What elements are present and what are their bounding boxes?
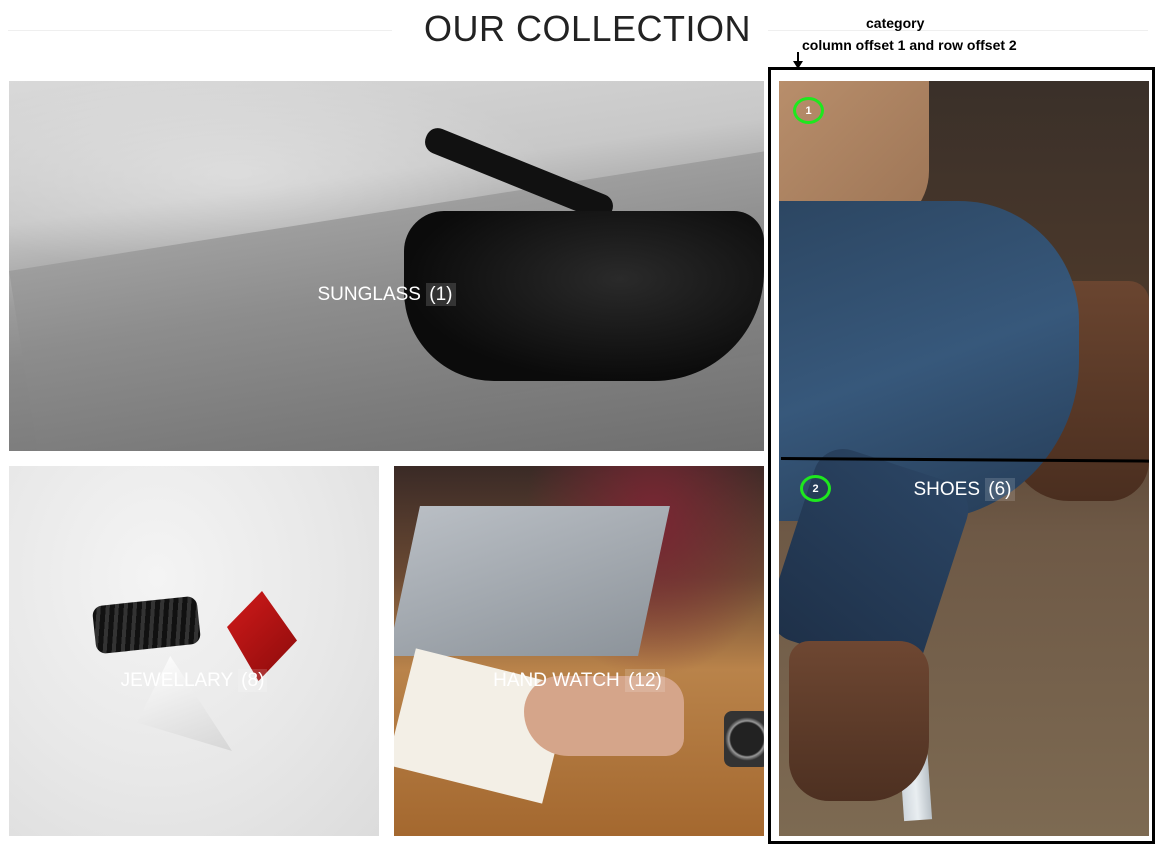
category-name: SHOES	[913, 479, 980, 500]
annotation-marker-2: 2	[800, 475, 831, 502]
category-name: SUNGLASS	[317, 284, 421, 305]
category-count: (6)	[985, 478, 1015, 501]
category-label-shoes: SHOES (6)	[779, 478, 1149, 501]
category-tile-jewellary[interactable]: JEWELLARY (8)	[9, 466, 379, 836]
sunglass-image	[9, 81, 764, 451]
category-label-sunglass: SUNGLASS (1)	[9, 283, 764, 306]
category-tile-sunglass[interactable]: SUNGLASS (1)	[9, 81, 764, 451]
category-label-jewellary: JEWELLARY (8)	[9, 669, 379, 692]
heading-rule-left	[8, 30, 392, 31]
category-count: (8)	[238, 669, 268, 692]
category-label-hand-watch: HAND WATCH (12)	[394, 669, 764, 692]
page-title-text: OUR COLLECTION	[424, 8, 752, 49]
annotation-marker-1: 1	[793, 97, 824, 124]
heading-rule-right	[768, 30, 1148, 31]
category-tile-hand-watch[interactable]: HAND WATCH (12)	[394, 466, 764, 836]
jewellary-image	[9, 466, 379, 836]
category-count: (12)	[625, 669, 665, 692]
category-count: (1)	[426, 283, 456, 306]
annotation-title: category	[866, 15, 925, 31]
category-name: HAND WATCH	[493, 670, 620, 691]
annotation-subtitle: column offset 1 and row offset 2	[802, 37, 1017, 53]
category-name: JEWELLARY	[120, 670, 233, 691]
hand-watch-image	[394, 466, 764, 836]
